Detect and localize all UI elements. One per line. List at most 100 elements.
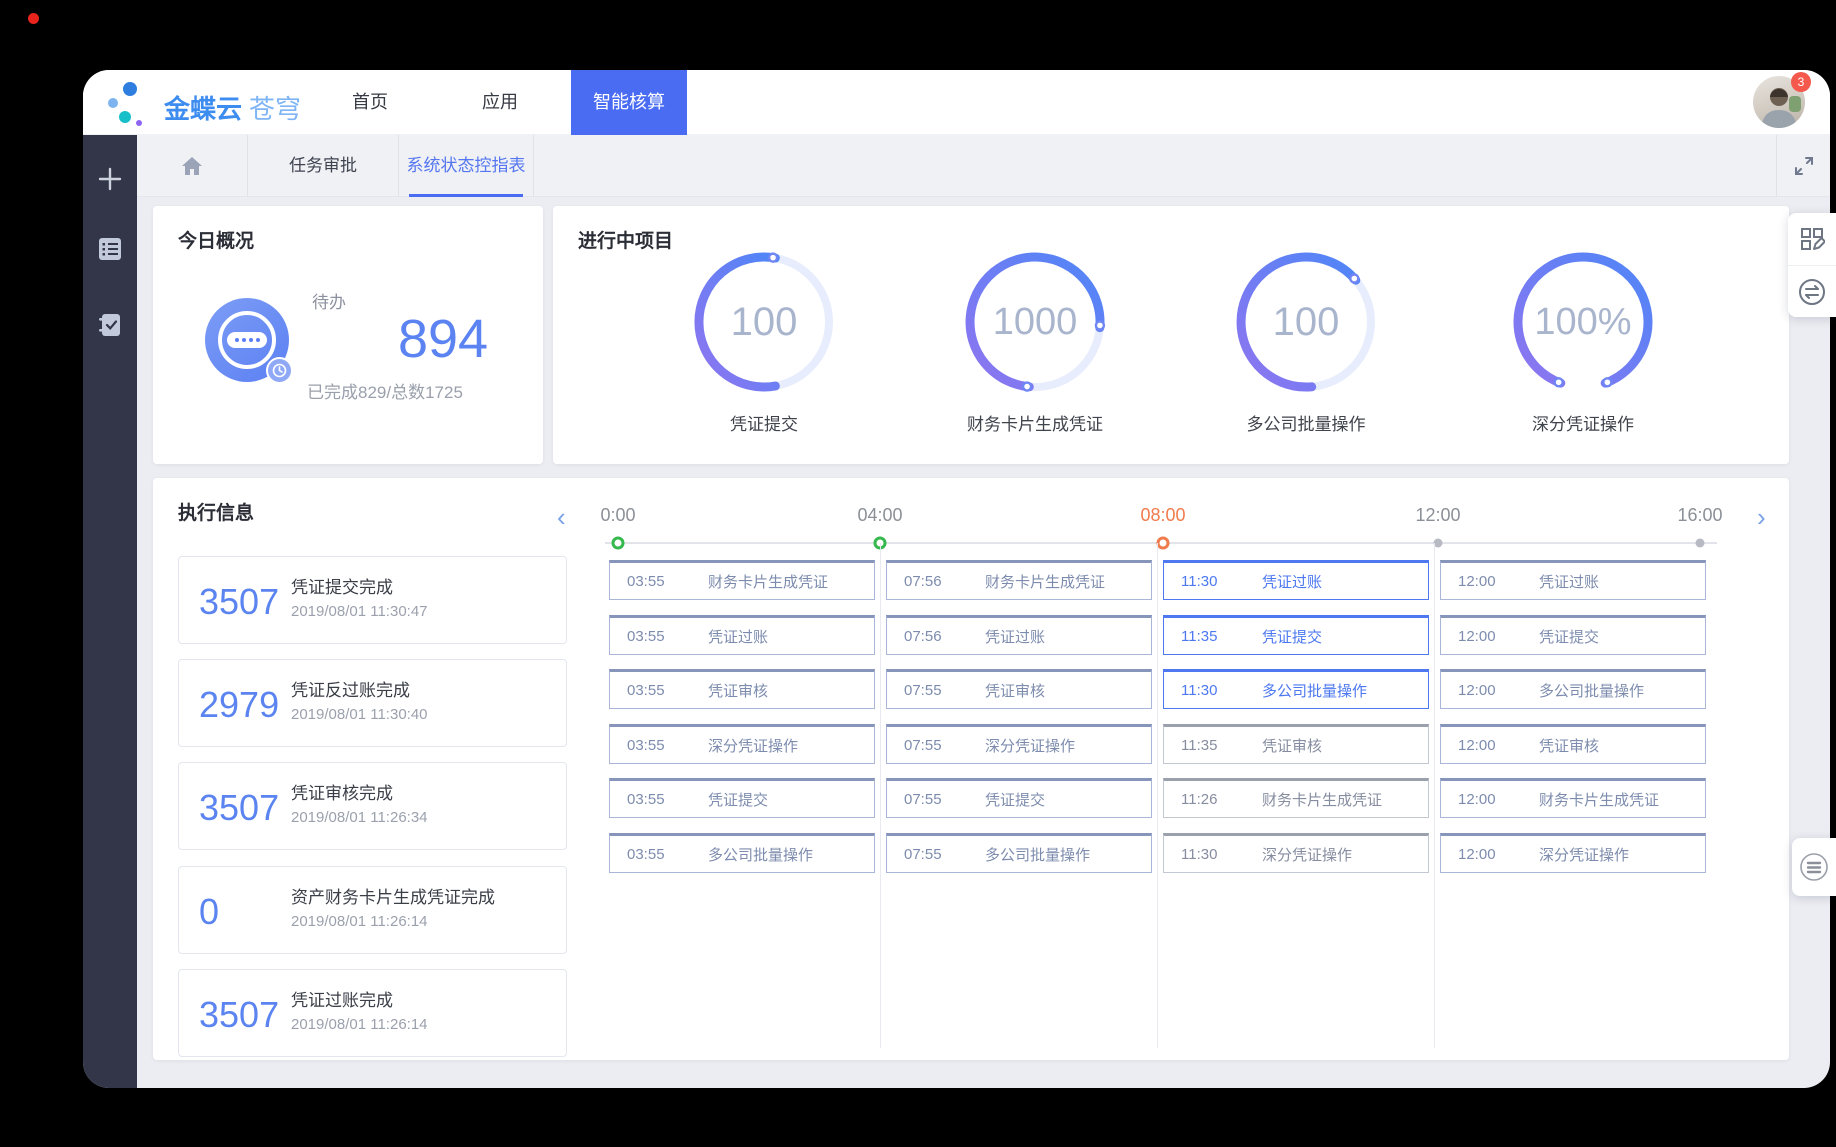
timeline-entry[interactable]: 07:56凭证过账	[886, 615, 1152, 655]
layout-edit-button[interactable]	[1788, 213, 1836, 265]
gauge-ring: 100%	[1508, 247, 1658, 397]
timeline-entry[interactable]: 03:55凭证过账	[609, 615, 875, 655]
timeline-entry[interactable]: 03:55凭证提交	[609, 778, 875, 818]
entry-time: 07:56	[887, 628, 961, 645]
timeline-entry[interactable]: 11:26财务卡片生成凭证	[1163, 778, 1429, 818]
entry-label: 凭证过账	[1238, 571, 1322, 592]
stat-title: 凭证反过账完成	[291, 676, 410, 701]
fullscreen-button[interactable]	[1776, 135, 1830, 197]
sidebar-add-button[interactable]	[83, 157, 137, 201]
swap-icon	[1798, 278, 1826, 306]
app-window: 金蝶云苍穹 首页应用智能核算 3 任务审批系统状态控指表	[83, 70, 1830, 1088]
entry-time: 07:55	[887, 791, 961, 808]
gauge-label: 凭证提交	[689, 410, 839, 435]
brand-logo-icon	[108, 80, 150, 126]
fullscreen-icon	[1793, 155, 1815, 177]
execution-stat-card[interactable]: 3507 凭证审核完成 2019/08/01 11:26:34	[178, 762, 567, 850]
entry-label: 多公司批量操作	[961, 844, 1090, 865]
timeline-next-button[interactable]: ›	[1757, 504, 1766, 530]
entry-label: 财务卡片生成凭证	[684, 571, 828, 592]
timeline-entry[interactable]: 12:00凭证提交	[1440, 615, 1706, 655]
gauge-value: 100%	[1508, 247, 1658, 397]
entry-label: 深分凭证操作	[961, 735, 1075, 756]
stat-count: 3507	[199, 581, 279, 623]
timeline-entry[interactable]: 11:30深分凭证操作	[1163, 833, 1429, 873]
nav-item-1[interactable]: 首页	[325, 70, 415, 135]
ongoing-projects-card: 进行中项目 100凭证提交1000财务卡片生成凭证100多公司批量操作100%深…	[553, 206, 1789, 464]
stat-timestamp: 2019/08/01 11:26:34	[291, 809, 428, 826]
timeline-entry[interactable]: 12:00凭证审核	[1440, 724, 1706, 764]
today-overview-card: 今日概况 待办 894 已完成829/总数1725	[153, 206, 543, 464]
timeline-column-divider	[1157, 543, 1158, 1048]
stat-title: 资产财务卡片生成凭证完成	[291, 883, 495, 908]
timeline-entry[interactable]: 12:00财务卡片生成凭证	[1440, 778, 1706, 818]
timeline-marker[interactable]	[1157, 537, 1170, 550]
home-tab[interactable]	[137, 135, 248, 197]
sidebar-list-button[interactable]	[83, 227, 137, 271]
timeline-entry[interactable]: 03:55财务卡片生成凭证	[609, 560, 875, 600]
gauge-4: 100% 深分凭证操作	[1508, 247, 1658, 435]
execution-stat-card[interactable]: 0资产财务卡片生成凭证完成2019/08/01 11:26:14	[178, 866, 567, 954]
timeline-marker[interactable]	[612, 537, 625, 550]
timeline-entry[interactable]: 07:55深分凭证操作	[886, 724, 1152, 764]
stat-title: 凭证提交完成	[291, 573, 393, 598]
tab-2[interactable]: 系统状态控指表	[399, 135, 534, 197]
nav-item-3[interactable]: 智能核算	[571, 70, 687, 135]
timeline-entry[interactable]: 07:55多公司批量操作	[886, 833, 1152, 873]
execution-stat-card[interactable]: 2979 凭证反过账完成 2019/08/01 11:30:40	[178, 659, 567, 747]
timeline-entry[interactable]: 11:30凭证过账	[1163, 560, 1429, 600]
timeline-entry[interactable]: 03:55多公司批量操作	[609, 833, 875, 873]
user-avatar[interactable]: 3	[1753, 76, 1807, 130]
menu-icon	[1799, 852, 1829, 882]
timeline-entry[interactable]: 07:55凭证审核	[886, 669, 1152, 709]
stat-timestamp: 2019/08/01 11:30:40	[291, 706, 428, 723]
timeline-entry[interactable]: 12:00多公司批量操作	[1440, 669, 1706, 709]
todo-count: 894	[353, 308, 533, 370]
entry-time: 12:00	[1441, 682, 1515, 699]
timeline-entry[interactable]: 12:00深分凭证操作	[1440, 833, 1706, 873]
timeline-marker[interactable]	[1696, 539, 1705, 548]
timeline-entry[interactable]: 12:00凭证过账	[1440, 560, 1706, 600]
stat-count: 3507	[199, 787, 279, 829]
notification-badge[interactable]: 3	[1791, 72, 1811, 92]
entry-time: 07:56	[887, 573, 961, 590]
entry-time: 11:30	[1164, 846, 1238, 863]
entry-label: 凭证过账	[1515, 571, 1599, 592]
execution-stat-card[interactable]: 3507凭证过账完成2019/08/01 11:26:14	[178, 969, 567, 1057]
timeline-entry[interactable]: 11:35凭证审核	[1163, 724, 1429, 764]
timeline-entry[interactable]: 03:55凭证审核	[609, 669, 875, 709]
brand-name: 金蝶云苍穹	[164, 89, 301, 126]
entry-time: 03:55	[610, 737, 684, 754]
gauge-label: 深分凭证操作	[1508, 410, 1658, 435]
sidebar-tasks-button[interactable]	[83, 303, 137, 347]
timeline-entry[interactable]: 07:56财务卡片生成凭证	[886, 560, 1152, 600]
entry-label: 多公司批量操作	[1515, 680, 1644, 701]
entry-label: 凭证审核	[1238, 735, 1322, 756]
execution-card-title: 执行信息	[178, 498, 254, 525]
nav-item-2[interactable]: 应用	[455, 70, 545, 135]
grid-edit-icon	[1799, 226, 1825, 252]
gauge-value: 1000	[960, 247, 1110, 397]
stat-timestamp: 2019/08/01 11:26:14	[291, 1016, 428, 1033]
entry-time: 11:30	[1164, 573, 1238, 590]
switch-button[interactable]	[1788, 265, 1836, 317]
entry-time: 12:00	[1441, 846, 1515, 863]
brand-logo: 金蝶云苍穹	[108, 78, 338, 128]
timeline-entry[interactable]: 11:30多公司批量操作	[1163, 669, 1429, 709]
entry-time: 11:30	[1164, 682, 1238, 699]
timeline-entry[interactable]: 11:35凭证提交	[1163, 615, 1429, 655]
execution-stat-card[interactable]: 3507凭证提交完成2019/08/01 11:30:47	[178, 556, 567, 644]
entry-time: 03:55	[610, 682, 684, 699]
timeline-entry[interactable]: 07:55凭证提交	[886, 778, 1152, 818]
stat-count: 2979	[199, 684, 279, 726]
timeline-entry[interactable]: 03:55深分凭证操作	[609, 724, 875, 764]
entry-time: 11:26	[1164, 791, 1238, 808]
gauge-label: 多公司批量操作	[1231, 410, 1381, 435]
entry-time: 12:00	[1441, 791, 1515, 808]
entry-time: 07:55	[887, 682, 961, 699]
floating-menu-button[interactable]	[1792, 838, 1836, 896]
stat-title: 凭证审核完成	[291, 779, 393, 804]
entry-label: 凭证提交	[961, 789, 1045, 810]
timeline-prev-button[interactable]: ‹	[557, 504, 566, 530]
tab-1[interactable]: 任务审批	[248, 135, 399, 197]
